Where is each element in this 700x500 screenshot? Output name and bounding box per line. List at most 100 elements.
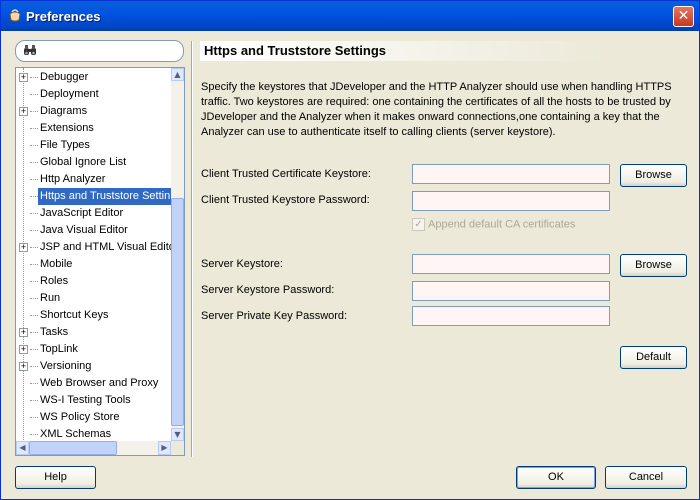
panel-divider <box>191 41 192 457</box>
tree-vertical-scrollbar[interactable]: ▲ ▼ <box>171 68 184 441</box>
scroll-down-button[interactable]: ▼ <box>171 428 184 441</box>
server-keystore-field[interactable] <box>412 254 610 274</box>
tree-item-label: WS-I Testing Tools <box>40 394 131 406</box>
tree-connector <box>30 111 38 112</box>
tree-item[interactable]: Roles <box>16 273 171 290</box>
tree-connector <box>30 383 38 384</box>
tree-item[interactable]: Deployment <box>16 86 171 103</box>
tree-connector <box>30 315 38 316</box>
tree-horizontal-scrollbar[interactable]: ◀ ▶ <box>16 441 171 455</box>
append-ca-label: Append default CA certificates <box>428 218 576 231</box>
tree-connector <box>30 179 38 180</box>
tree-item[interactable]: Extensions <box>16 120 171 137</box>
default-button[interactable]: Default <box>620 346 687 369</box>
expand-icon[interactable]: + <box>19 328 28 337</box>
tree-connector <box>30 264 38 265</box>
tree-item-label: Roles <box>40 275 69 287</box>
tree-item[interactable]: + Debugger <box>16 69 171 86</box>
tree-connector <box>30 145 38 146</box>
tree-item[interactable]: WS-I Testing Tools <box>16 392 171 409</box>
tree-item-label: Extensions <box>40 122 94 134</box>
tree-item-label: Run <box>40 292 61 304</box>
tree-item[interactable]: Http Analyzer <box>16 171 171 188</box>
window-title: Preferences <box>26 9 101 24</box>
client-password-field[interactable] <box>412 191 610 211</box>
tree-connector <box>30 230 38 231</box>
tree-item[interactable]: Mobile <box>16 256 171 273</box>
tree-connector <box>30 213 38 214</box>
preferences-tree[interactable]: + Debugger Deployment + Diagrams Extensions Fi… <box>15 67 185 456</box>
tree-item[interactable]: Run <box>16 290 171 307</box>
tree-connector <box>30 77 38 78</box>
expand-icon[interactable]: + <box>19 73 28 82</box>
client-keystore-field[interactable] <box>412 164 610 184</box>
tree-item-label: TopLink <box>40 343 78 355</box>
expand-icon[interactable]: + <box>19 107 28 116</box>
close-button[interactable]: ✕ <box>673 6 694 27</box>
server-password-label: Server Keystore Password: <box>201 284 335 296</box>
tree-item[interactable]: + JSP and HTML Visual Editor <box>16 239 179 256</box>
tree-item-label: Deployment <box>40 88 99 100</box>
tree-item-label: JSP and HTML Visual Editor <box>40 241 179 253</box>
help-button[interactable]: Help <box>15 466 96 489</box>
tree-connector <box>30 434 38 435</box>
tree-item[interactable]: + TopLink <box>16 341 171 358</box>
server-keystore-label: Server Keystore: <box>201 258 283 270</box>
binoculars-icon <box>24 45 36 55</box>
tree-item-label: Versioning <box>40 360 92 372</box>
tree-item-label: Https and Truststore Settin <box>38 188 173 205</box>
chevron-up-icon: ▲ <box>174 70 181 79</box>
tree-item-label: Global Ignore List <box>40 156 127 168</box>
app-icon <box>9 9 21 22</box>
tree-item[interactable]: + Diagrams <box>16 103 171 120</box>
settings-description: Specify the keystores that JDeveloper an… <box>201 81 672 138</box>
tree-connector <box>30 417 38 418</box>
preferences-dialog: Preferences ✕ + Debugger Deployment + Diagra… <box>0 0 700 500</box>
ok-button[interactable]: OK <box>516 466 596 489</box>
tree-connector <box>30 281 38 282</box>
tree-item[interactable]: WS Policy Store <box>16 409 171 426</box>
tree-connector <box>30 400 38 401</box>
tree-item[interactable]: JavaScript Editor <box>16 205 171 222</box>
tree-item-label: WS Policy Store <box>40 411 120 423</box>
scroll-left-button[interactable]: ◀ <box>16 441 29 455</box>
expand-icon[interactable]: + <box>19 362 28 371</box>
scroll-up-button[interactable]: ▲ <box>171 68 184 81</box>
client-keystore-label: Client Trusted Certificate Keystore: <box>201 168 371 180</box>
chevron-right-icon: ▶ <box>161 443 168 452</box>
tree-item[interactable]: Web Browser and Proxy <box>16 375 171 392</box>
server-password-field[interactable] <box>412 281 610 301</box>
client-browse-button[interactable]: Browse <box>620 164 687 187</box>
tree-item[interactable]: Shortcut Keys <box>16 307 171 324</box>
expand-icon[interactable]: + <box>19 243 28 252</box>
server-private-key-label: Server Private Key Password: <box>201 310 348 322</box>
tree-item[interactable]: + Tasks <box>16 324 171 341</box>
cancel-button[interactable]: Cancel <box>605 466 687 489</box>
tree-item-label: Mobile <box>40 258 73 270</box>
client-password-label: Client Trusted Keystore Password: <box>201 194 370 206</box>
scroll-right-button[interactable]: ▶ <box>158 441 171 455</box>
horizontal-scroll-thumb[interactable] <box>29 441 117 455</box>
tree-connector <box>30 94 38 95</box>
tree-connector <box>30 298 38 299</box>
tree-item-label: JavaScript Editor <box>40 207 124 219</box>
tree-item[interactable]: + Versioning <box>16 358 171 375</box>
tree-item-label: Web Browser and Proxy <box>40 377 159 389</box>
tree-item[interactable]: File Types <box>16 137 171 154</box>
server-browse-button[interactable]: Browse <box>620 254 687 277</box>
vertical-scroll-thumb[interactable] <box>171 198 184 426</box>
tree-item[interactable]: Java Visual Editor <box>16 222 171 239</box>
title-bar[interactable]: Preferences ✕ <box>1 1 699 31</box>
chevron-left-icon: ◀ <box>19 443 26 452</box>
tree-connector <box>30 349 38 350</box>
tree-item[interactable]: Https and Truststore Settin <box>16 188 173 205</box>
tree-item[interactable]: Global Ignore List <box>16 154 171 171</box>
append-ca-checkbox: ✓ <box>412 218 425 231</box>
expand-icon[interactable]: + <box>19 345 28 354</box>
tree-item-label: Java Visual Editor <box>40 224 128 236</box>
search-input[interactable] <box>15 40 184 62</box>
server-private-key-field[interactable] <box>412 306 610 326</box>
tree-item-label: Http Analyzer <box>40 173 106 185</box>
scroll-corner <box>171 441 184 455</box>
close-icon: ✕ <box>677 8 690 24</box>
